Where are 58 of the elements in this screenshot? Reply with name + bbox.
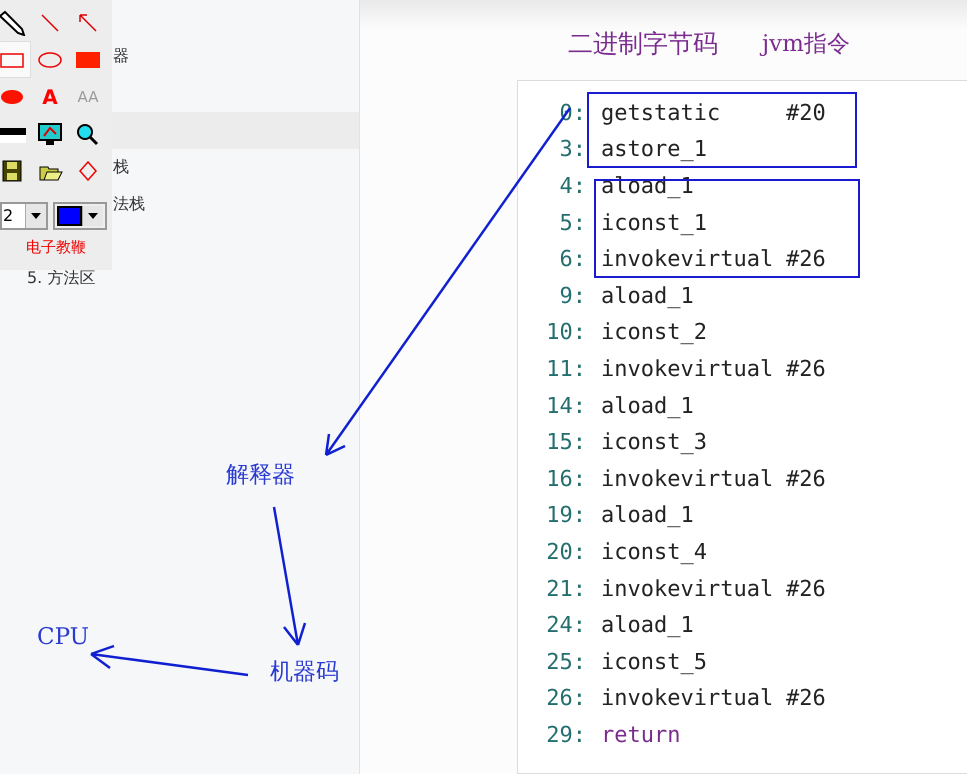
monitor-icon <box>36 120 64 146</box>
instruction: iconst_5 <box>601 650 708 675</box>
sidebar-item[interactable]: 5. 方法区 <box>0 260 359 297</box>
line-number: 19: <box>545 503 586 528</box>
instruction: invokevirtual <box>601 247 774 272</box>
instruction: invokevirtual <box>601 686 774 712</box>
instruction: aload_1 <box>601 503 695 528</box>
line-number: 11: <box>545 356 586 382</box>
color-swatch <box>57 206 82 226</box>
line-number: 25: <box>545 650 586 675</box>
line-number: 10: <box>545 320 586 346</box>
line-number: 14: <box>545 394 586 419</box>
instruction: iconst_2 <box>601 320 708 346</box>
annotation-label: 解释器 <box>226 461 295 490</box>
operand: #26 <box>786 686 826 712</box>
line-number: 29: <box>545 722 586 748</box>
operand: #26 <box>786 356 826 382</box>
pencil-icon <box>0 10 26 36</box>
operand: #20 <box>786 100 826 126</box>
instruction: return <box>601 722 682 748</box>
palette-title: 电子教鞭 <box>25 238 87 257</box>
subheading: jvm指令 <box>762 28 850 58</box>
sidebar-item[interactable]: 栈 <box>112 149 359 186</box>
instruction: aload_1 <box>601 394 695 419</box>
line-number: 6: <box>558 247 586 272</box>
heading: 二进制字节码 <box>568 28 718 60</box>
line-number: 24: <box>545 613 586 638</box>
instruction: invokevirtual <box>601 576 774 602</box>
operand: #26 <box>786 247 826 272</box>
line-number: 26: <box>545 686 586 712</box>
line-number: 20: <box>545 540 586 565</box>
instruction: getstatic <box>601 100 722 126</box>
instruction: iconst_3 <box>601 430 708 456</box>
instruction: invokevirtual <box>601 356 774 382</box>
line-number: 16: <box>545 466 586 492</box>
instruction: iconst_4 <box>601 540 708 565</box>
instruction: iconst_1 <box>601 210 708 236</box>
line-number: 9: <box>558 284 586 309</box>
line-number: 4: <box>558 174 586 199</box>
line-number: 5: <box>558 210 586 236</box>
instruction: aload_1 <box>601 284 695 309</box>
caret-icon <box>31 213 41 219</box>
sidebar-item[interactable]: 器 <box>112 38 359 75</box>
line-width-dropdown[interactable]: 2 <box>0 202 48 230</box>
operand: #26 <box>786 576 826 602</box>
instruction: aload_1 <box>601 613 695 638</box>
annotation-label: CPU <box>37 624 90 650</box>
line-number: 21: <box>545 576 586 602</box>
operand: #26 <box>786 466 826 492</box>
line-number: 3: <box>558 137 586 162</box>
sidebar-item[interactable]: 法栈 <box>112 186 359 223</box>
instruction: astore_1 <box>601 137 708 162</box>
instruction: invokevirtual <box>601 466 774 492</box>
instruction: aload_1 <box>601 174 695 199</box>
annotation-label: 机器码 <box>270 658 339 687</box>
caret-icon <box>88 213 98 219</box>
color-dropdown[interactable] <box>53 202 107 230</box>
line-number: 15: <box>545 430 586 456</box>
